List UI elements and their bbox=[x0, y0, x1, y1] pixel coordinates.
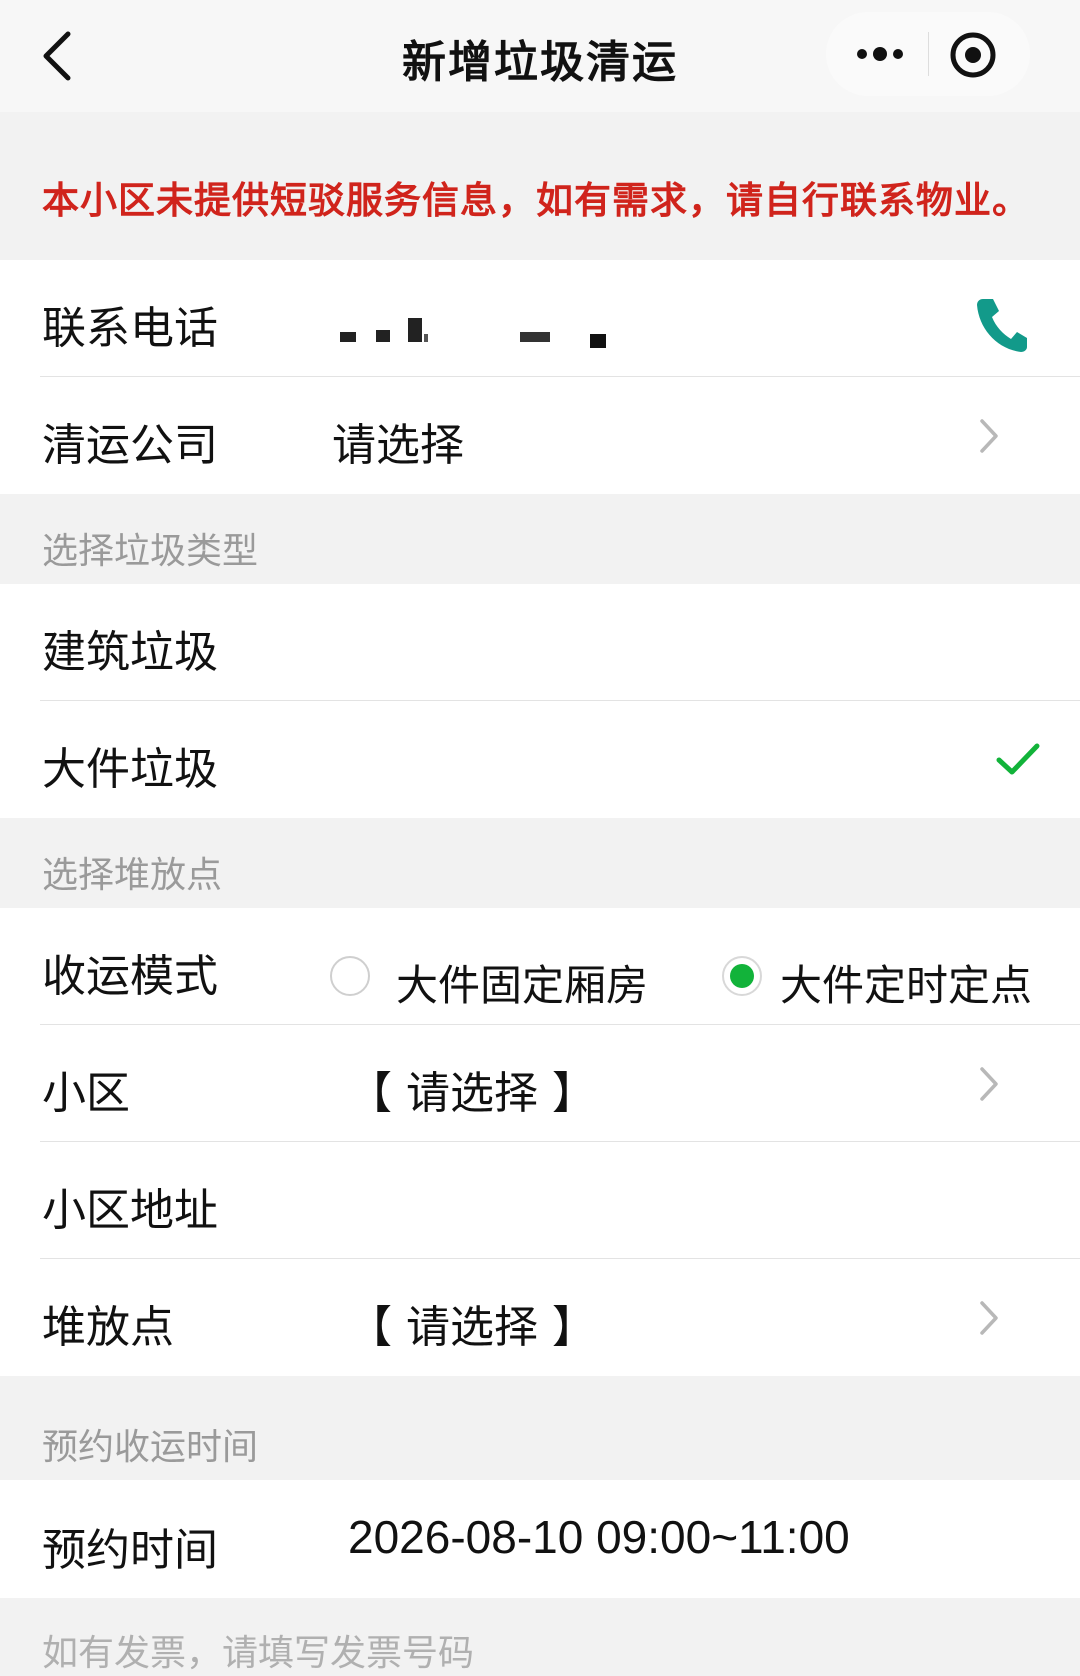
address-row: 小区地址 bbox=[0, 1142, 1080, 1259]
point-label: 堆放点 bbox=[42, 1302, 174, 1353]
appointment-time-label: 预约时间 bbox=[42, 1525, 218, 1576]
radio-fixed-room[interactable] bbox=[330, 956, 370, 996]
garbage-option-bulky[interactable]: 大件垃圾 bbox=[0, 701, 1080, 818]
drop-point-header: 选择堆放点 bbox=[0, 818, 1080, 908]
community-select[interactable]: 【 请选择 】 bbox=[348, 1057, 596, 1121]
radio-timed-point-label[interactable]: 大件定时定点 bbox=[780, 952, 1032, 1013]
contact-group: 联系电话 清运公司 请选择 bbox=[0, 260, 1080, 494]
garbage-option-label: 建筑垃圾 bbox=[42, 627, 218, 678]
garbage-type-header: 选择垃圾类型 bbox=[0, 494, 1080, 584]
check-icon bbox=[996, 743, 1040, 775]
garbage-option-construction[interactable]: 建筑垃圾 bbox=[0, 584, 1080, 701]
capsule-divider bbox=[928, 32, 929, 76]
notice-text: 本小区未提供短驳服务信息，如有需求，请自行联系物业。 bbox=[42, 179, 1030, 222]
appointment-time-value[interactable]: 2026-08-10 09:00~11:00 bbox=[348, 1510, 850, 1564]
radio-timed-point[interactable] bbox=[722, 956, 762, 996]
drop-point-title: 选择堆放点 bbox=[42, 855, 223, 896]
radio-fixed-room-label[interactable]: 大件固定厢房 bbox=[396, 952, 648, 1013]
notice-banner: 本小区未提供短驳服务信息，如有需求，请自行联系物业。 bbox=[0, 112, 1080, 260]
nav-bar: 新增垃圾清运 bbox=[0, 0, 1080, 112]
company-label: 清运公司 bbox=[42, 420, 218, 471]
point-select[interactable]: 【 请选择 】 bbox=[348, 1291, 596, 1355]
masked-phone-number bbox=[340, 318, 606, 348]
appointment-header: 预约收运时间 bbox=[0, 1390, 1080, 1480]
company-select[interactable]: 请选择 bbox=[332, 409, 464, 473]
invoice-hint: 如有发票，请填写发票号码 bbox=[42, 1633, 475, 1674]
chevron-right-icon bbox=[980, 419, 998, 453]
chevron-right-icon bbox=[980, 1067, 998, 1101]
address-label: 小区地址 bbox=[42, 1185, 218, 1236]
chevron-right-icon bbox=[980, 1301, 998, 1335]
close-miniprogram-icon[interactable] bbox=[948, 30, 998, 80]
garbage-type-title: 选择垃圾类型 bbox=[42, 531, 259, 572]
mode-label: 收运模式 bbox=[42, 951, 218, 1002]
community-label: 小区 bbox=[42, 1068, 130, 1119]
phone-icon[interactable] bbox=[975, 295, 1027, 353]
appointment-title: 预约收运时间 bbox=[42, 1427, 259, 1468]
garbage-option-label: 大件垃圾 bbox=[42, 744, 218, 795]
community-row[interactable]: 小区 【 请选择 】 bbox=[0, 1025, 1080, 1142]
company-row[interactable]: 清运公司 请选择 bbox=[0, 377, 1080, 494]
point-row[interactable]: 堆放点 【 请选择 】 bbox=[0, 1259, 1080, 1376]
mini-program-capsule bbox=[826, 12, 1030, 96]
more-icon[interactable] bbox=[852, 34, 908, 74]
phone-label: 联系电话 bbox=[42, 303, 218, 354]
garbage-type-group: 建筑垃圾 大件垃圾 bbox=[0, 584, 1080, 818]
